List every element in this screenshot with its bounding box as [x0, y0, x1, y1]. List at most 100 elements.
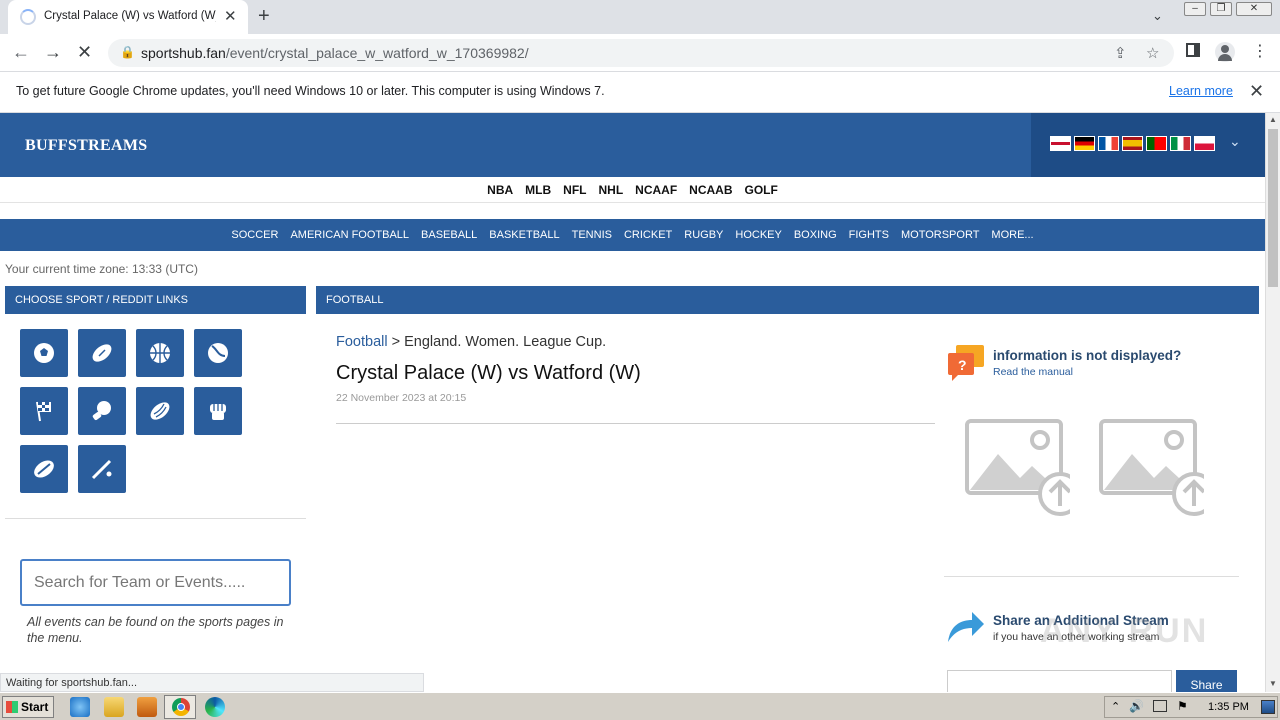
share-stream-input[interactable] — [947, 670, 1172, 692]
flag-spain-icon[interactable] — [1122, 136, 1143, 151]
side-panel-icon[interactable] — [1186, 43, 1200, 57]
scroll-down-icon[interactable]: ▼ — [1269, 679, 1277, 688]
learn-more-link[interactable]: Learn more — [1169, 84, 1233, 98]
rugby-button[interactable] — [136, 387, 184, 435]
chrome-icon — [172, 698, 190, 716]
flag-england-icon[interactable] — [1050, 136, 1071, 151]
search-input[interactable] — [20, 559, 291, 606]
nav-american-football[interactable]: AMERICAN FOOTBALL — [290, 219, 409, 251]
share-button[interactable]: Share — [1176, 670, 1237, 692]
chrome-taskbar-button[interactable] — [164, 695, 196, 719]
media-player-icon[interactable] — [137, 697, 157, 717]
flag-france-icon[interactable] — [1098, 136, 1119, 151]
back-arrow-icon[interactable]: ← — [12, 42, 30, 63]
address-bar[interactable]: 🔒 sportshub.fan/event/crystal_palace_w_w… — [108, 39, 1174, 67]
minimize-button[interactable]: – — [1184, 2, 1206, 16]
tennis-button[interactable] — [194, 329, 242, 377]
share-page-icon[interactable]: ⇪ — [1114, 44, 1127, 62]
network-icon[interactable] — [1153, 700, 1167, 712]
image-upload-placeholder-icon[interactable] — [1098, 418, 1204, 518]
league-nav: NBA MLB NFL NHL NCAAF NCAAB GOLF — [0, 177, 1265, 203]
start-button[interactable]: Start — [2, 696, 54, 718]
chevron-down-icon[interactable]: ⌄ — [1229, 133, 1241, 150]
window-close-button[interactable]: ✕ — [1236, 2, 1272, 16]
hockey-icon — [34, 460, 54, 478]
nav-basketball[interactable]: BASKETBALL — [489, 219, 559, 251]
infobar-message: To get future Google Chrome updates, you… — [16, 84, 605, 98]
american-football-button[interactable] — [78, 329, 126, 377]
breadcrumb: Football > England. Women. League Cup. — [336, 334, 606, 350]
edge-icon[interactable] — [205, 697, 225, 717]
volume-icon[interactable]: 🔊 — [1129, 699, 1144, 713]
league-ncaaf[interactable]: NCAAF — [635, 177, 677, 203]
basketball-button[interactable] — [136, 329, 184, 377]
read-manual-link[interactable]: Read the manual — [993, 366, 1073, 378]
internet-explorer-icon[interactable] — [70, 697, 90, 717]
soccer-button[interactable] — [20, 329, 68, 377]
boxing-icon — [92, 401, 111, 420]
image-upload-placeholder-icon[interactable] — [964, 418, 1070, 518]
choose-sport-panel: CHOOSE SPORT / REDDIT LINKS Search for T… — [5, 286, 306, 692]
menu-dots-icon[interactable]: ⋮ — [1252, 41, 1268, 61]
infobar-close-icon[interactable]: ✕ — [1249, 81, 1264, 102]
league-ncaab[interactable]: NCAAB — [689, 177, 732, 203]
flag-germany-icon[interactable] — [1074, 136, 1095, 151]
scroll-up-icon[interactable]: ▲ — [1269, 115, 1277, 124]
file-explorer-icon[interactable] — [104, 697, 124, 717]
nav-fights[interactable]: FIGHTS — [849, 219, 889, 251]
nav-hockey[interactable]: HOCKEY — [735, 219, 781, 251]
league-nfl[interactable]: NFL — [563, 177, 586, 203]
profile-avatar-icon[interactable] — [1215, 42, 1235, 62]
basketball-icon — [150, 343, 170, 363]
action-center-flag-icon[interactable]: ⚑ — [1177, 699, 1188, 713]
sports-nav: SOCCER AMERICAN FOOTBALL BASEBALL BASKETBAL… — [0, 219, 1265, 251]
league-nba[interactable]: NBA — [487, 177, 513, 203]
motorsport-button[interactable] — [20, 387, 68, 435]
page-scrollbar[interactable]: ▲ ▼ — [1265, 113, 1280, 692]
taskbar-clock[interactable]: 1:35 PM — [1208, 701, 1249, 713]
breadcrumb-football-link[interactable]: Football — [336, 334, 388, 350]
update-infobar: To get future Google Chrome updates, you… — [0, 72, 1280, 113]
tab-close-icon[interactable]: ✕ — [224, 7, 237, 25]
tray-expand-icon[interactable]: ⌃ — [1111, 700, 1120, 713]
nav-baseball[interactable]: BASEBALL — [421, 219, 477, 251]
cricket-icon — [91, 459, 112, 480]
url-text[interactable]: sportshub.fan/event/crystal_palace_w_wat… — [141, 45, 529, 61]
tab-search-chevron-icon[interactable]: ⌄ — [1152, 8, 1163, 24]
browser-tab[interactable]: Crystal Palace (W) vs Watford (W)... ✕ — [8, 0, 248, 34]
new-tab-button[interactable]: + — [258, 5, 270, 28]
boxing-button[interactable] — [78, 387, 126, 435]
nav-tennis[interactable]: TENNIS — [572, 219, 612, 251]
show-desktop-icon[interactable] — [1261, 700, 1275, 714]
fights-button[interactable] — [194, 387, 242, 435]
nav-soccer[interactable]: SOCCER — [231, 219, 278, 251]
site-logo[interactable]: BUFFSTREAMS — [25, 137, 147, 155]
bookmark-star-icon[interactable]: ☆ — [1146, 44, 1159, 62]
flag-italy-icon[interactable] — [1170, 136, 1191, 151]
nav-cricket[interactable]: CRICKET — [624, 219, 672, 251]
nav-more[interactable]: MORE... — [991, 219, 1033, 251]
language-selector[interactable]: ⌄ — [1031, 113, 1265, 177]
site-header: BUFFSTREAMS ⌄ — [0, 113, 1265, 177]
search-note: All events can be found on the sports pa… — [27, 615, 284, 645]
cricket-button[interactable] — [78, 445, 126, 493]
american-football-icon — [92, 344, 112, 362]
league-mlb[interactable]: MLB — [525, 177, 551, 203]
league-nhl[interactable]: NHL — [598, 177, 623, 203]
event-panel-heading: FOOTBALL — [316, 286, 1259, 314]
nav-rugby[interactable]: RUGBY — [684, 219, 723, 251]
left-divider — [5, 518, 306, 519]
hockey-button[interactable] — [20, 445, 68, 493]
forward-arrow-icon[interactable]: → — [44, 42, 62, 63]
nav-boxing[interactable]: BOXING — [794, 219, 837, 251]
flag-poland-icon[interactable] — [1194, 136, 1215, 151]
browser-toolbar: ← → ✕ 🔒 sportshub.fan/event/crystal_pala… — [0, 34, 1280, 72]
rugby-icon — [150, 402, 170, 420]
nav-motorsport[interactable]: MOTORSPORT — [901, 219, 979, 251]
stop-loading-icon[interactable]: ✕ — [77, 42, 92, 63]
maximize-button[interactable]: ❐ — [1210, 2, 1232, 16]
league-golf[interactable]: GOLF — [745, 177, 778, 203]
flag-portugal-icon[interactable] — [1146, 136, 1167, 151]
lock-icon[interactable]: 🔒 — [120, 45, 135, 59]
scrollbar-thumb[interactable] — [1268, 129, 1278, 287]
